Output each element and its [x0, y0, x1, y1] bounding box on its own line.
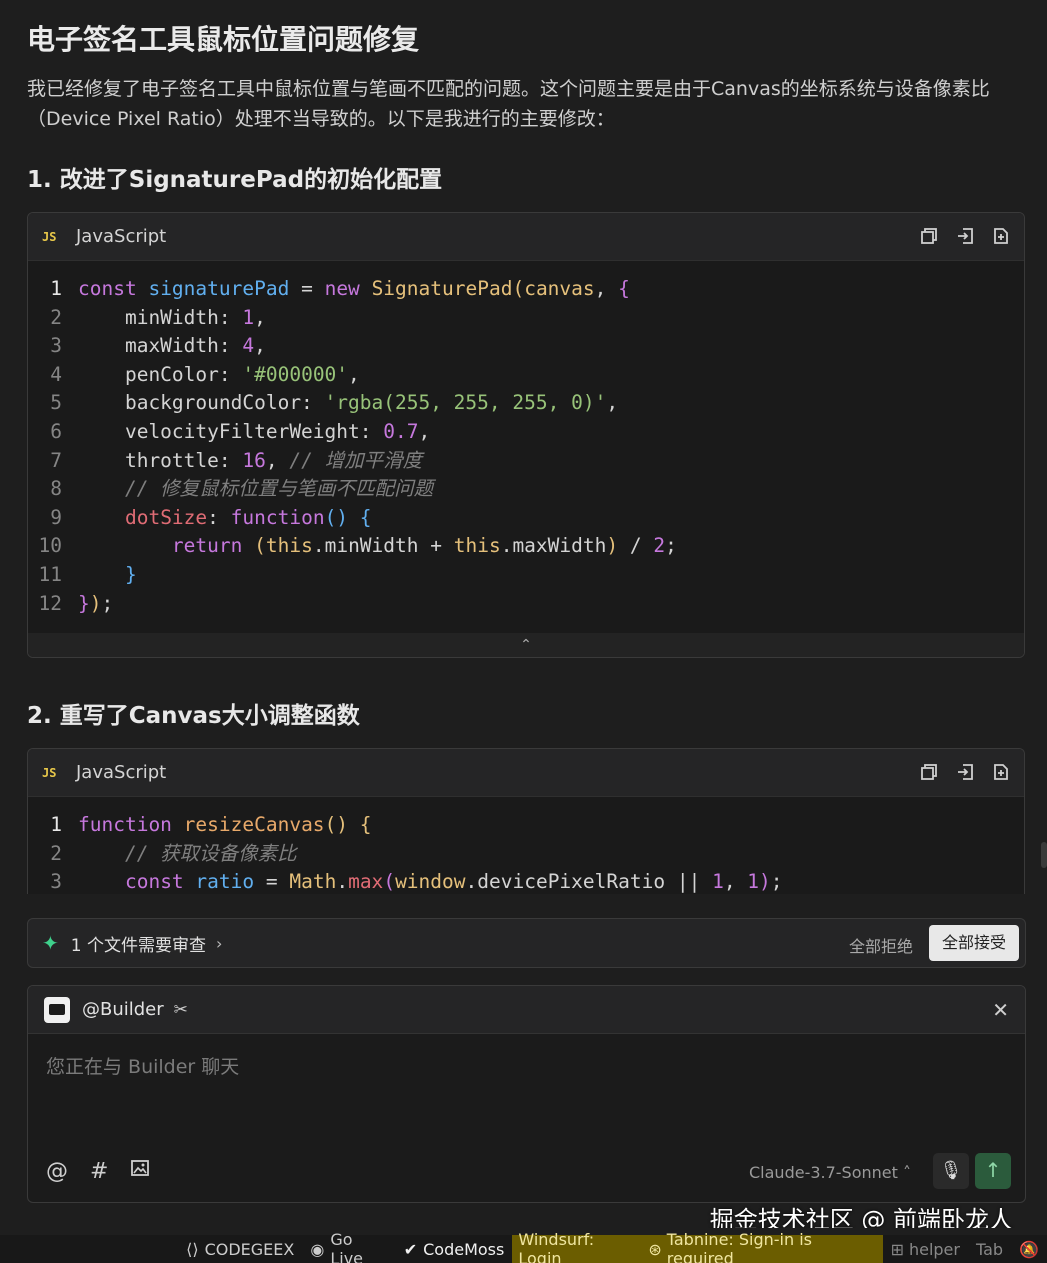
send-icon[interactable]: ↑ [975, 1153, 1011, 1189]
section-2-title: 2. 重写了Canvas大小调整函数 [27, 703, 360, 729]
scrollbar-thumb[interactable] [1041, 842, 1047, 868]
chevron-right-icon[interactable]: › [216, 934, 222, 953]
at-icon[interactable]: @ [46, 1159, 68, 1184]
apply-icon[interactable] [992, 763, 1010, 781]
tabnine-status[interactable]: ⊛ Tabnine: Sign-in is required [644, 1230, 883, 1263]
code-line: 4 penColor: '#000000', [50, 362, 360, 386]
tab-status[interactable]: Tab [968, 1235, 1011, 1263]
sparkle-icon: ✦ [42, 931, 59, 955]
code-line: 8 // 修复鼠标位置与笔画不匹配问题 [50, 477, 434, 501]
insert-icon[interactable] [956, 227, 974, 245]
intro-paragraph: 我已经修复了电子签名工具中鼠标位置与笔画不匹配的问题。这个问题主要是由于Canv… [27, 78, 990, 130]
model-selector[interactable]: Claude-3.7-Sonnet ˄ [749, 1163, 911, 1182]
bell-off-icon[interactable]: 🔕 [1011, 1235, 1047, 1263]
tabnine-icon: ⊛ [648, 1239, 662, 1259]
agent-header: @Builder ✂ ✕ [28, 986, 1025, 1034]
close-icon[interactable]: ✕ [992, 998, 1009, 1022]
js-icon: JS [42, 765, 57, 780]
chevron-up-icon: ˄ [903, 1163, 911, 1182]
hash-icon[interactable]: # [90, 1159, 108, 1184]
code-line: 2 minWidth: 1, [50, 305, 266, 329]
helper-icon: ⊞ [890, 1239, 904, 1259]
codegeex-status[interactable]: ⟨⟩ CODEGEEX [178, 1235, 302, 1263]
mic-icon[interactable]: 🎙 [933, 1153, 969, 1189]
watermark: 掘金技术社区 @ 前端卧龙人 [709, 1206, 1013, 1228]
tools-icon[interactable]: ✂ [174, 1000, 188, 1020]
accept-all-button[interactable]: 全部接受 [929, 925, 1019, 961]
chat-input[interactable]: 您正在与 Builder 聊天 [46, 1052, 239, 1079]
collapse-button[interactable]: ⌃ [28, 633, 1024, 657]
golive-status[interactable]: ◉ Go Live [302, 1230, 395, 1263]
code-block-header: JS JavaScript [28, 749, 1024, 797]
code-block-header: JS JavaScript [28, 213, 1024, 261]
code-line: 3 const ratio = Math. max(window .devicePi… [50, 870, 783, 894]
reject-all-button[interactable]: 全部拒绝 [849, 933, 913, 957]
page-title: 电子签名工具鼠标位置问题修复 [27, 23, 420, 56]
codemoss-status[interactable]: ✔ CodeMoss [396, 1235, 513, 1263]
status-bar: ⟨⟩ CODEGEEX ◉ Go Live ✔ CodeMoss Windsurf: … [0, 1230, 1047, 1263]
js-icon: JS [42, 229, 57, 244]
review-bar: ✦ 1 个文件需要审查 › 全部拒绝 全部接受 [27, 918, 1026, 968]
helper-status[interactable]: ⊞ helper [883, 1235, 968, 1263]
code-line: 2 // 获取设备像素比 [50, 841, 297, 865]
code-line: 11 } [38, 562, 137, 586]
check-icon: ✔ [403, 1239, 418, 1259]
chat-input-panel: @Builder ✂ ✕ 您正在与 Builder 聊天 @ # Claude-… [27, 985, 1026, 1203]
code-line: 1 function resizeCanvas() { [50, 813, 372, 836]
code-language: JavaScript [76, 762, 167, 783]
insert-icon[interactable] [956, 763, 974, 781]
code-line: 1 const signaturePad = new SignaturePad(c… [50, 277, 630, 300]
agent-name: @Builder [82, 999, 164, 1020]
windsurf-status[interactable]: Windsurf: Login [512, 1230, 645, 1263]
code-content: 1 function resizeCanvas() { 2 // 获取设备像素比 … [28, 797, 1024, 894]
code-line: 12}); [38, 591, 114, 615]
copy-icon[interactable] [920, 227, 938, 245]
apply-icon[interactable] [992, 227, 1010, 245]
code-block-1: JS JavaScript 1 const signaturePad = new … [27, 212, 1025, 658]
codegeex-icon: ⟨⟩ [186, 1239, 199, 1259]
code-block-2: JS JavaScript 1 function resizeCanvas() {… [27, 748, 1025, 894]
code-line: 9 dotSize: function() { [50, 505, 372, 529]
image-icon[interactable] [130, 1158, 150, 1184]
code-line: 3 maxWidth: 4, [50, 334, 266, 358]
section-1-title: 1. 改进了SignaturePad的初始化配置 [27, 167, 443, 193]
code-line: 10 return (this .minWidth + this .maxWidth… [38, 534, 677, 558]
code-line: 7 throttle: 16, // 增加平滑度 [50, 448, 423, 472]
code-line: 5 backgroundColor: 'rgba(255, 255, 255, … [50, 391, 619, 415]
broadcast-icon: ◉ [310, 1239, 325, 1259]
code-content: 1 const signaturePad = new SignaturePad(c… [28, 261, 1024, 618]
code-language: JavaScript [76, 226, 167, 247]
chat-panel: 电子签名工具鼠标位置问题修复 我已经修复了电子签名工具中鼠标位置与笔画不匹配的问… [0, 0, 1047, 1228]
bot-icon [44, 996, 70, 1023]
copy-icon[interactable] [920, 763, 938, 781]
code-line: 6 velocityFilterWeight: 0.7, [50, 419, 431, 443]
review-files-link[interactable]: 1 个文件需要审查 [71, 931, 206, 956]
